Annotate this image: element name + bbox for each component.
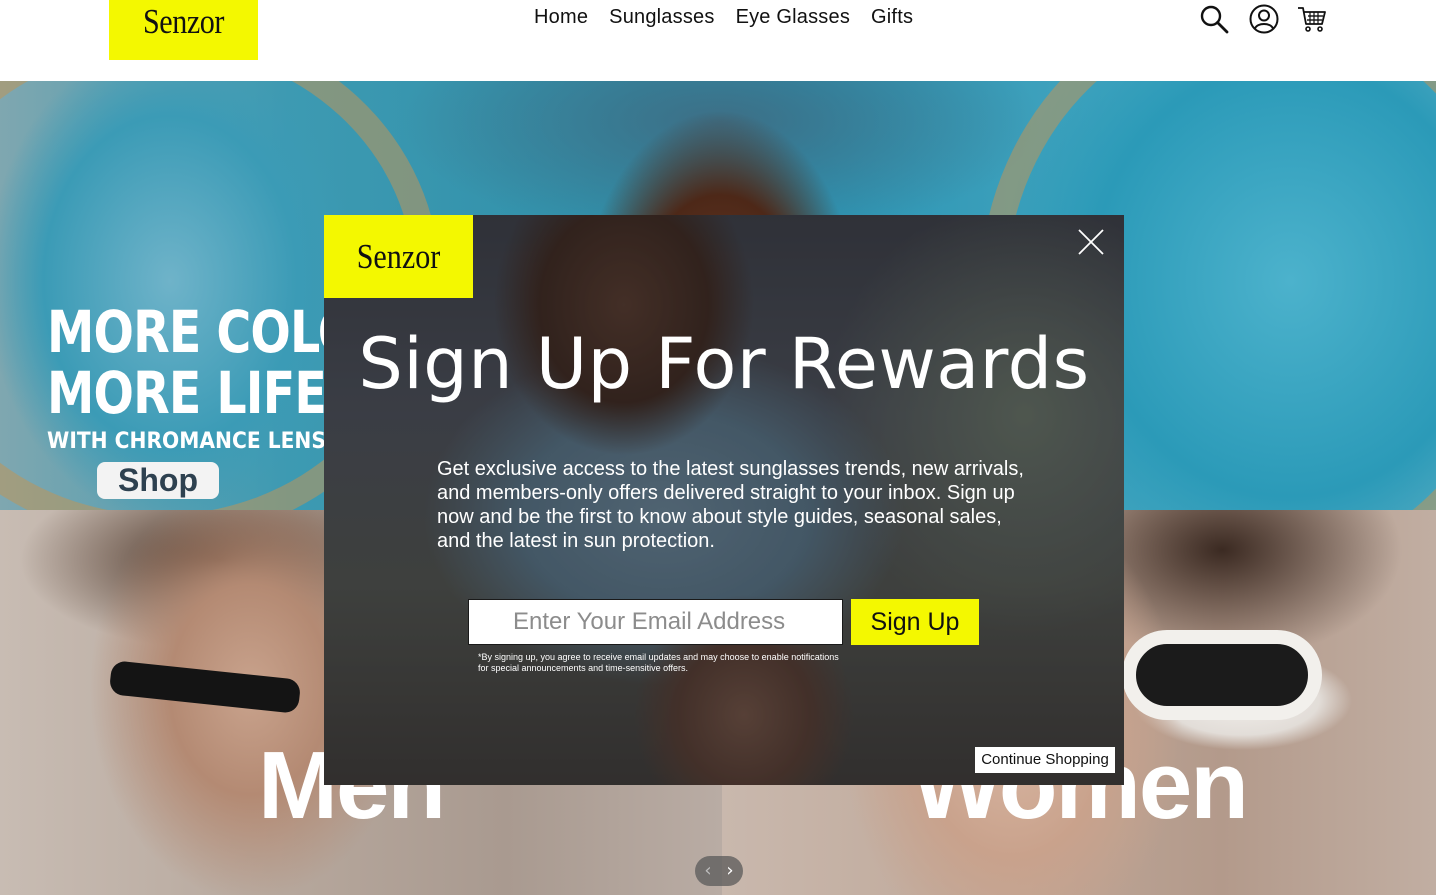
header-icons	[1198, 3, 1328, 37]
rewards-signup-modal: Senzor Sign Up For Rewards Get exclusive…	[324, 215, 1124, 785]
nav-item-home[interactable]: Home	[534, 6, 588, 29]
carousel-next-icon[interactable]: ›	[720, 860, 740, 882]
cart-icon[interactable]	[1296, 3, 1328, 35]
shop-button[interactable]: Shop	[97, 462, 219, 499]
main-nav: Home Sunglasses Eye Glasses Gifts	[534, 6, 934, 29]
continue-shopping-button[interactable]: Continue Shopping	[975, 747, 1115, 773]
women-sunglasses-image	[1122, 630, 1322, 720]
close-icon[interactable]	[1074, 225, 1108, 259]
search-icon[interactable]	[1198, 3, 1230, 35]
hero-subline: WITH CHROMANCE LENSES	[47, 429, 355, 454]
site-header: Senzor Home Sunglasses Eye Glasses Gifts	[0, 0, 1436, 81]
logo[interactable]: Senzor	[109, 0, 258, 60]
sign-up-button[interactable]: Sign Up	[851, 599, 979, 645]
nav-item-gifts[interactable]: Gifts	[871, 6, 913, 29]
email-field[interactable]	[468, 599, 843, 645]
signup-disclaimer: *By signing up, you agree to receive ema…	[478, 652, 839, 673]
hero-headline-2: MORE LIFE	[47, 359, 327, 427]
nav-item-sunglasses[interactable]: Sunglasses	[609, 6, 714, 29]
nav-item-eye-glasses[interactable]: Eye Glasses	[736, 6, 850, 29]
logo-text: Senzor	[142, 2, 225, 41]
modal-description: Get exclusive access to the latest sungl…	[437, 458, 1024, 552]
men-sunglasses-image	[108, 660, 302, 714]
modal-title: Sign Up For Rewards	[358, 323, 1090, 405]
carousel-controls: ‹ ›	[695, 856, 743, 886]
modal-logo-text: Senzor	[356, 237, 441, 276]
carousel-prev-icon[interactable]: ‹	[698, 860, 718, 882]
modal-logo: Senzor	[324, 215, 473, 298]
account-icon[interactable]	[1248, 3, 1280, 35]
